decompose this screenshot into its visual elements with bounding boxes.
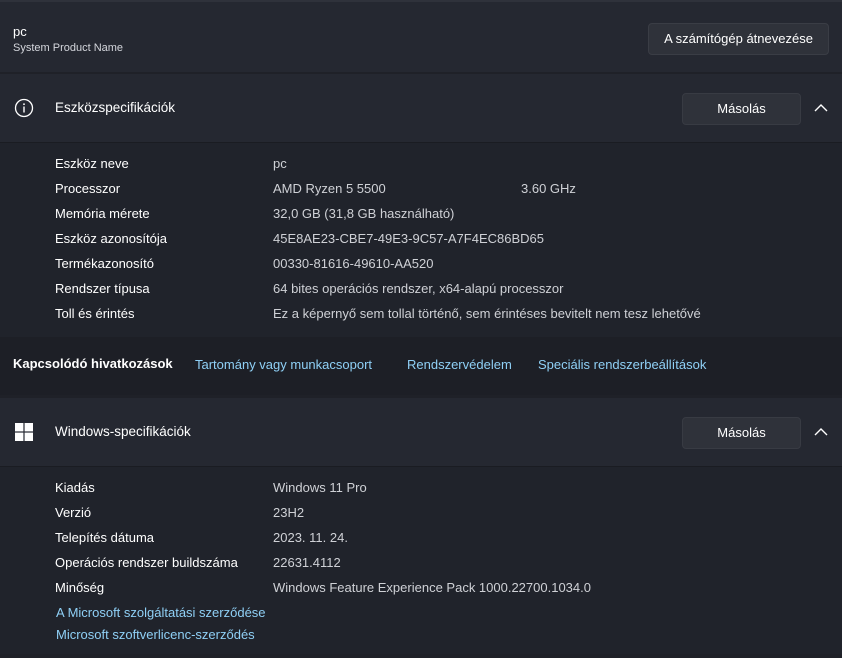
device-specs-header[interactable]: Eszközspecifikációk Másolás [0,74,842,142]
spec-value: Ez a képernyő sem tollal történő, sem ér… [273,306,701,321]
domain-workgroup-link[interactable]: Tartomány vagy munkacsoport [195,357,372,372]
spec-label: Processzor [55,181,121,196]
spec-row: Eszköz azonosítója 45E8AE23-CBE7-49E3-9C… [0,226,842,251]
device-specs-title: Eszközspecifikációk [55,100,176,115]
device-specs-body: Eszköz neve pc Processzor AMD Ryzen 5 55… [0,142,842,337]
spec-row: Processzor AMD Ryzen 5 5500 3.60 GHz [0,176,842,201]
copy-device-specs-button[interactable]: Másolás [682,93,801,125]
spec-value: AMD Ryzen 5 5500 [273,181,386,196]
chevron-up-icon[interactable] [812,101,830,115]
spec-row: Telepítés dátuma 2023. 11. 24. [0,525,842,550]
spec-label: Rendszer típusa [55,281,150,296]
spec-value: 22631.4112 [273,555,341,570]
system-about-page: pc System Product Name A számítógép átne… [0,0,842,658]
spec-label: Eszköz azonosítója [55,231,168,246]
spec-row: Operációs rendszer buildszáma 22631.4112 [0,550,842,575]
system-protection-link[interactable]: Rendszervédelem [407,357,512,372]
spec-row: Toll és érintés Ez a képernyő sem tollal… [0,301,842,326]
related-links-bar: Kapcsolódó hivatkozások Tartomány vagy m… [0,337,842,395]
ms-services-agreement-link[interactable]: A Microsoft szolgáltatási szerződése [56,605,266,620]
windows-specs-section: Windows-specifikációk Másolás Kiadás Win… [0,398,842,654]
device-specs-section: Eszközspecifikációk Másolás Eszköz neve … [0,74,842,337]
spec-value: 64 bites operációs rendszer, x64-alapú p… [273,281,564,296]
device-header-card: pc System Product Name A számítógép átne… [0,0,842,72]
spec-value: Windows 11 Pro [273,480,367,495]
spec-value: 32,0 GB (31,8 GB használható) [273,206,455,221]
related-links-title: Kapcsolódó hivatkozások [13,356,173,371]
spec-row: Kiadás Windows 11 Pro [0,475,842,500]
spec-row: Memória mérete 32,0 GB (31,8 GB használh… [0,201,842,226]
rename-pc-button[interactable]: A számítógép átnevezése [648,23,829,55]
device-name-heading: pc [13,24,27,39]
windows-specs-body: Kiadás Windows 11 Pro Verzió 23H2 Telepí… [0,466,842,654]
spec-value: 45E8AE23-CBE7-49E3-9C57-A7F4EC86BD65 [273,231,544,246]
spec-label: Toll és érintés [55,306,135,321]
spec-row: Termékazonosító 00330-81616-49610-AA520 [0,251,842,276]
spec-value: pc [273,156,287,171]
ms-license-terms-link[interactable]: Microsoft szoftverlicenc-szerződés [56,627,255,642]
advanced-system-settings-link[interactable]: Speciális rendszerbeállítások [538,357,706,372]
spec-label: Memória mérete [55,206,150,221]
windows-specs-title: Windows-specifikációk [55,424,191,439]
spec-label: Termékazonosító [55,256,154,271]
spec-label: Operációs rendszer buildszáma [55,555,238,570]
spec-label: Eszköz neve [55,156,129,171]
spec-value: Windows Feature Experience Pack 1000.227… [273,580,591,595]
device-model-text: System Product Name [13,42,124,54]
spec-label: Minőség [55,580,105,595]
spec-label: Kiadás [55,480,95,495]
spec-row: Eszköz neve pc [0,151,842,176]
spec-value: 00330-81616-49610-AA520 [273,256,434,271]
copy-windows-specs-button[interactable]: Másolás [682,417,801,449]
spec-label: Telepítés dátuma [55,530,155,545]
chevron-up-icon[interactable] [812,425,830,439]
spec-row: Minőség Windows Feature Experience Pack … [0,575,842,600]
processor-speed-value: 3.60 GHz [521,181,576,196]
info-icon [14,98,34,118]
spec-value: 2023. 11. 24. [273,530,348,545]
windows-specs-header[interactable]: Windows-specifikációk Másolás [0,398,842,466]
windows-logo-icon [15,423,33,441]
spec-row: Rendszer típusa 64 bites operációs rends… [0,276,842,301]
spec-value: 23H2 [273,505,305,520]
spec-label: Verzió [55,505,92,520]
spec-row: Verzió 23H2 [0,500,842,525]
